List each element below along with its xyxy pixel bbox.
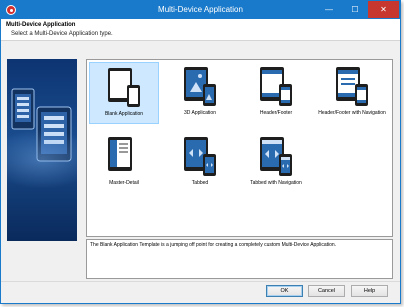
page-title: Multi-Device Application: [6, 22, 76, 28]
template-label: Header/Footer: [259, 110, 293, 116]
cancel-button[interactable]: Cancel: [308, 285, 345, 297]
title-bar[interactable]: Multi-Device Application — ☐ ✕: [1, 1, 400, 19]
header-footer-navigation-icon: [336, 67, 368, 106]
3d-application-icon: [184, 67, 216, 106]
footer-divider: [1, 281, 400, 282]
tabbed-icon: [184, 137, 216, 176]
blank-application-icon: [108, 68, 140, 107]
template-tabbed[interactable]: Tabbed: [165, 132, 235, 194]
help-button[interactable]: Help: [351, 285, 388, 297]
close-button[interactable]: ✕: [368, 1, 399, 18]
side-banner-image: [7, 59, 77, 241]
template-label: Tabbed with Navigation: [250, 180, 302, 186]
master-detail-icon: [108, 137, 132, 171]
tabbed-navigation-icon: [260, 137, 292, 176]
wizard-header: Multi-Device Application Select a Multi-…: [1, 19, 400, 41]
template-blank-application[interactable]: Blank Application: [89, 62, 159, 124]
template-gallery: Blank Application 3D Application Header/…: [86, 59, 393, 237]
template-tabbed-navigation[interactable]: Tabbed with Navigation: [241, 132, 311, 194]
template-label: Master-Detail: [109, 180, 139, 186]
template-3d-application[interactable]: 3D Application: [165, 62, 235, 124]
template-label: Blank Application: [104, 111, 144, 117]
template-master-detail[interactable]: Master-Detail: [89, 132, 159, 194]
page-subtitle: Select a Multi-Device Application type.: [11, 31, 113, 37]
ok-button[interactable]: OK: [266, 285, 303, 297]
maximize-button[interactable]: ☐: [342, 1, 368, 18]
template-header-footer[interactable]: Header/Footer: [241, 62, 311, 124]
template-header-footer-navigation[interactable]: Header/Footer with Navigation: [317, 62, 387, 124]
template-label: Header/Footer with Navigation: [318, 110, 386, 116]
wizard-window: Multi-Device Application — ☐ ✕ Multi-Dev…: [0, 0, 401, 304]
template-label: Tabbed: [191, 180, 209, 186]
template-label: 3D Application: [184, 110, 216, 116]
header-footer-icon: [260, 67, 292, 106]
template-description: The Blank Application Template is a jump…: [86, 239, 393, 279]
minimize-button[interactable]: —: [316, 1, 342, 18]
